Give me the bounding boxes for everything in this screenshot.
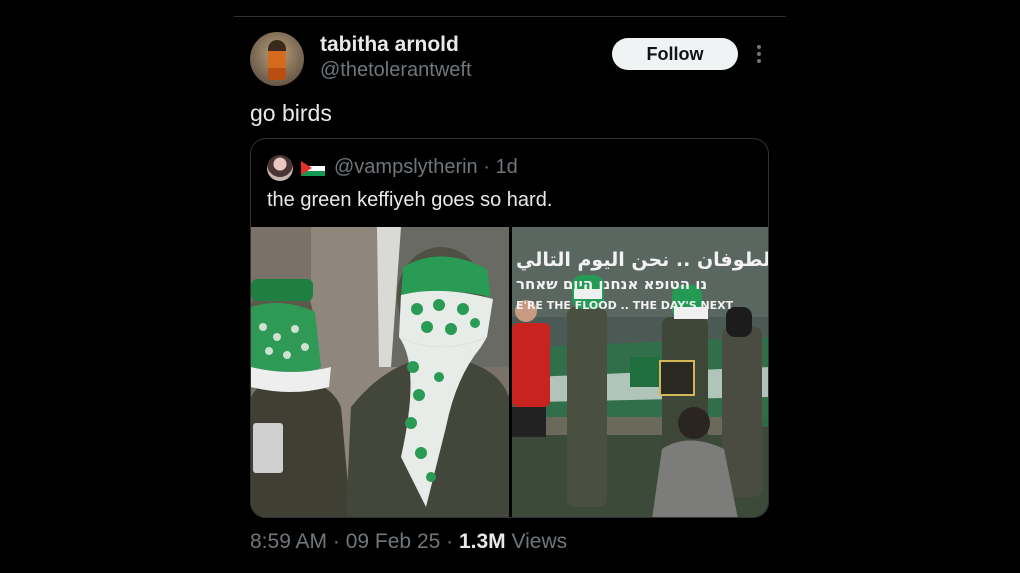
post-date[interactable]: 09 Feb 25 <box>346 530 441 553</box>
quoted-handle-line[interactable]: @vampslytherin · 1d <box>334 156 518 179</box>
meta-separator: · <box>327 530 346 553</box>
quoted-handle[interactable]: @vampslytherin <box>334 156 478 178</box>
banner-line-english: E'RE THE FLOOD .. THE DAY'S NEXT <box>516 299 734 312</box>
media-image-right[interactable]: الطوفان .. نحن اليوم التالي נו הטופא אנח… <box>512 227 769 517</box>
author-avatar[interactable] <box>250 32 304 86</box>
top-divider <box>234 16 786 17</box>
banner-line-arabic: الطوفان .. نحن اليوم التالي <box>516 249 769 271</box>
more-icon[interactable] <box>750 42 768 66</box>
views-label: Views <box>511 530 568 553</box>
quoted-avatar[interactable] <box>267 155 293 181</box>
post-time[interactable]: 8:59 AM <box>250 530 327 553</box>
post-metadata: 8:59 AM · 09 Feb 25 · 1.3M Views <box>250 530 567 554</box>
banner-line-hebrew: נו הטופא אנחנו היום שאחר <box>516 275 708 293</box>
follow-button[interactable]: Follow <box>612 38 738 70</box>
quoted-tweet[interactable]: @vampslytherin · 1d the green keffiyeh g… <box>250 138 769 518</box>
handle-separator: · <box>477 156 496 178</box>
avatar-figure <box>268 40 286 80</box>
author-name[interactable]: tabitha arnold <box>320 33 459 57</box>
views-count[interactable]: 1.3M <box>459 530 506 553</box>
author-handle[interactable]: @thetolerantweft <box>320 59 472 82</box>
quoted-age: 1d <box>495 156 518 178</box>
palestine-flag-icon <box>301 161 325 176</box>
meta-separator: · <box>440 530 459 553</box>
media-left-illustration <box>251 227 509 517</box>
tweet-text: go birds <box>250 100 332 126</box>
media-image-left[interactable] <box>251 227 509 517</box>
quoted-text: the green keffiyeh goes so hard. <box>267 189 553 211</box>
